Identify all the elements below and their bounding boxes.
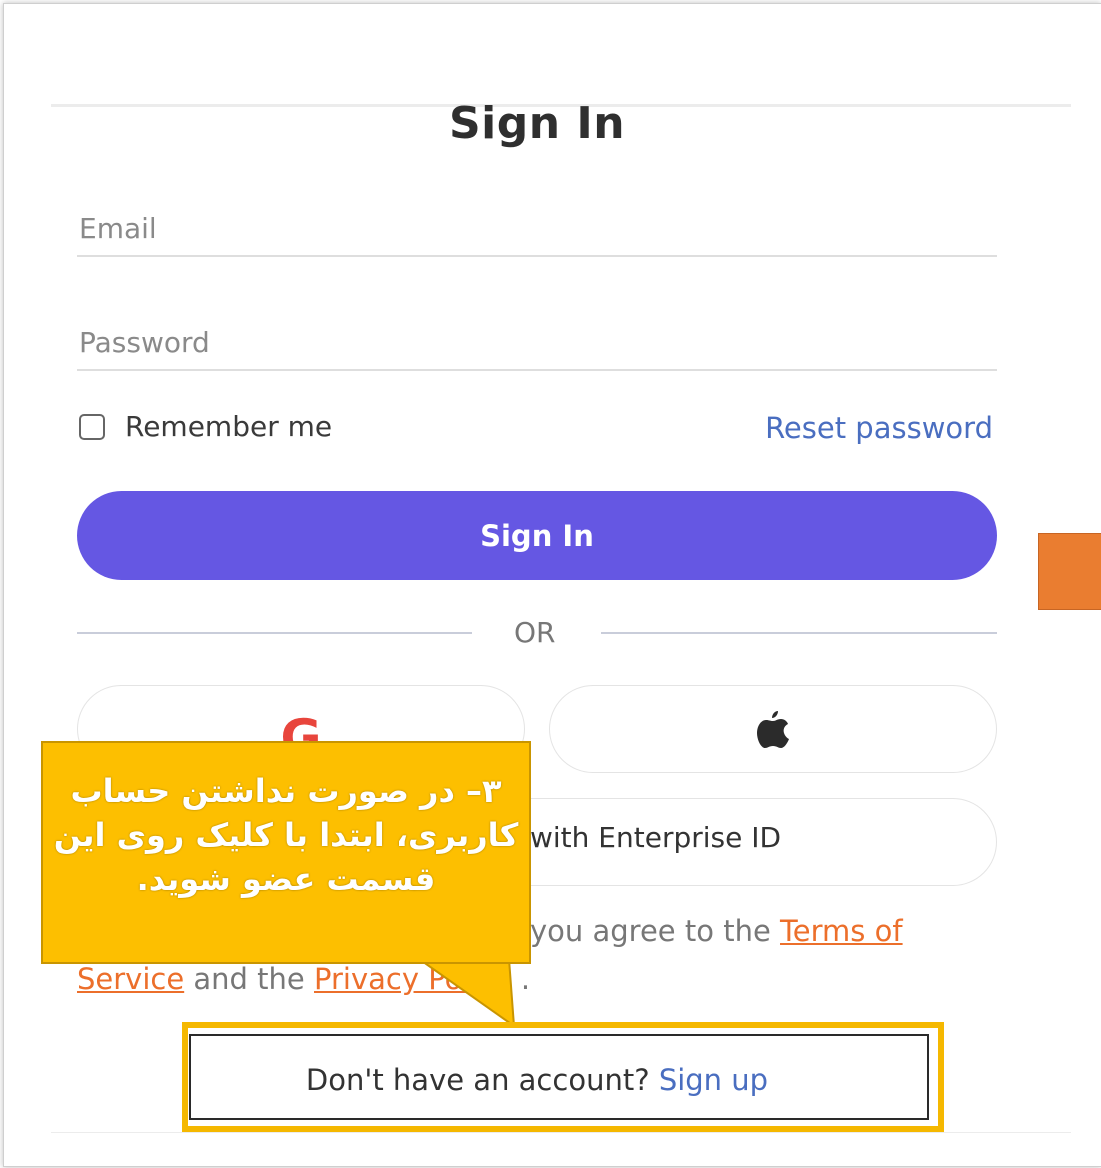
bottom-divider (51, 1132, 1071, 1133)
sign-up-link[interactable]: Sign up (659, 1063, 768, 1097)
signup-row: Don't have an account? Sign up (4, 1063, 1070, 1097)
annotation-callout-text: ۳– در صورت نداشتن حساب کاربری، ابتدا با … (53, 772, 519, 898)
signup-prompt: Don't have an account? (305, 1063, 650, 1097)
callout-pointer (415, 958, 516, 1029)
signin-panel: Sign In Remember me Reset password Sign … (3, 3, 1101, 1167)
